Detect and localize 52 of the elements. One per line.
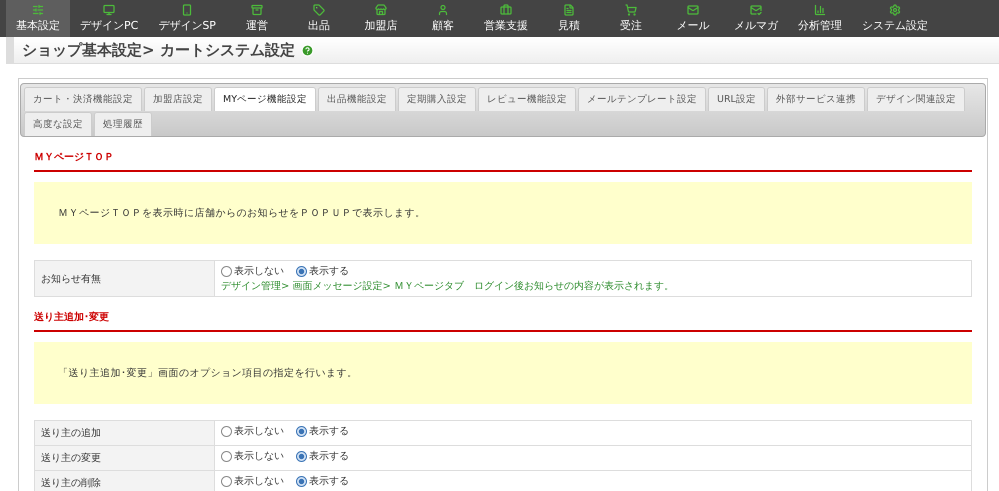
nav-item[interactable]: 顧客 xyxy=(412,0,474,37)
notice-text: ＭＹページＴＯＰを表示時に店舗からのお知らせをＰＯＰＵＰで表示します。 xyxy=(34,182,972,244)
tab[interactable]: レビュー機能設定 xyxy=(478,87,576,111)
radio-label: 表示しない xyxy=(234,424,284,438)
radio-label: 表示しない xyxy=(234,264,284,278)
tab[interactable]: カート・決済機能設定 xyxy=(24,87,142,111)
setting-note: デザイン管理> 画面メッセージ設定> ＭＹページタブ ログイン後お知らせの内容が表示されます。 xyxy=(221,280,676,293)
section-heading: 送り主追加･変更 xyxy=(34,297,972,332)
radio-option[interactable]: 表示する xyxy=(296,264,349,278)
notice-text: 「送り主追加･変更」画面のオプション項目の指定を行います。 xyxy=(34,342,972,404)
nav-item[interactable]: 基本設定 xyxy=(6,0,70,37)
nav-item[interactable]: 営業支援 xyxy=(474,0,538,37)
radio-option[interactable]: 表示しない xyxy=(221,264,284,278)
nav-item[interactable]: 出品 xyxy=(288,0,350,37)
tab[interactable]: デザイン関連設定 xyxy=(866,87,965,111)
radio-option[interactable]: 表示する xyxy=(296,474,349,488)
setting-label: お知らせ有無 xyxy=(35,261,215,296)
tab[interactable]: メールテンプレート設定 xyxy=(578,87,706,111)
section-heading: ＭＹページＴＯＰ xyxy=(34,137,972,172)
setting-label: 送り主の削除 xyxy=(35,471,215,491)
radio-option[interactable]: 表示する xyxy=(296,449,349,463)
nav-item[interactable]: 受注 xyxy=(600,0,662,37)
nav-item[interactable]: デザインPC xyxy=(70,0,148,37)
radio-option[interactable]: 表示する xyxy=(296,424,349,438)
tab[interactable]: 処理履歴 xyxy=(94,112,152,136)
nav-item[interactable]: 見積 xyxy=(538,0,600,37)
radio-label: 表示しない xyxy=(234,474,284,488)
setting-label: 送り主の追加 xyxy=(35,421,215,445)
tab[interactable]: MYページ機能設定 xyxy=(214,87,316,111)
nav-item[interactable]: 運営 xyxy=(226,0,288,37)
radio-option[interactable]: 表示しない xyxy=(221,474,284,488)
radio-option[interactable]: 表示しない xyxy=(221,424,284,438)
nav-item[interactable]: メール xyxy=(662,0,724,37)
nav-item[interactable]: 加盟店 xyxy=(350,0,412,37)
tab[interactable]: 出品機能設定 xyxy=(318,87,396,111)
nav-item[interactable]: システム設定 xyxy=(852,0,938,37)
nav-item[interactable]: 分析管理 xyxy=(788,0,852,37)
radio-label: 表示する xyxy=(309,450,349,463)
nav-item[interactable]: デザインSP xyxy=(148,0,226,37)
tab[interactable]: URL設定 xyxy=(708,87,765,111)
tab[interactable]: 高度な設定 xyxy=(24,112,92,136)
tab[interactable]: 定期購入設定 xyxy=(398,87,476,111)
tab[interactable]: 加盟店設定 xyxy=(144,87,212,111)
tab[interactable]: 外部サービス連携 xyxy=(766,87,865,111)
radio-option[interactable]: 表示しない xyxy=(221,449,284,463)
nav-item[interactable]: メルマガ xyxy=(724,0,788,37)
setting-label: 送り主の変更 xyxy=(35,446,215,470)
radio-label: 表示しない xyxy=(234,450,284,463)
page-title: ショップ基本設定> カートシステム設定 xyxy=(22,40,295,60)
radio-label: 表示する xyxy=(309,474,349,488)
radio-label: 表示する xyxy=(309,424,349,438)
radio-label: 表示する xyxy=(309,264,349,278)
